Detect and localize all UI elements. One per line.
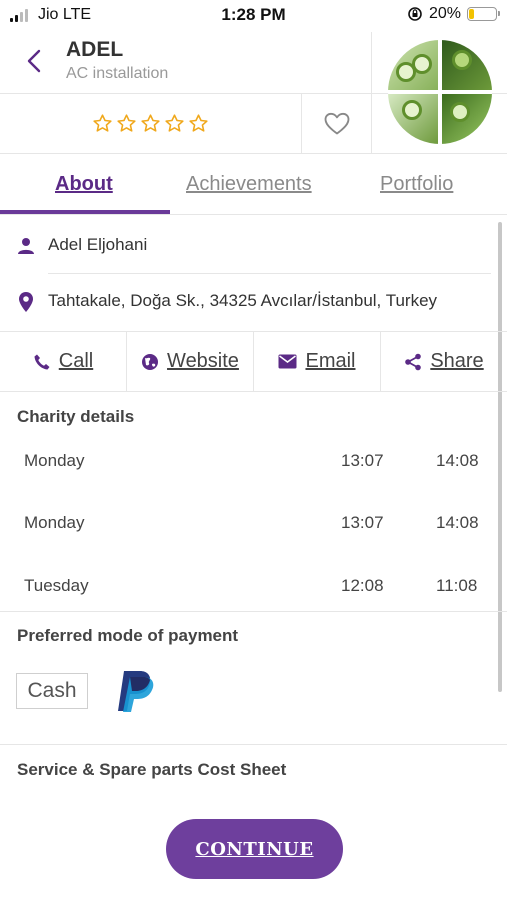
provider-name: ADEL: [66, 38, 124, 61]
divider: [0, 611, 507, 612]
schedule-from: 13:07: [341, 513, 384, 532]
back-arrow-icon[interactable]: [22, 48, 48, 74]
tab-portfolio[interactable]: Portfolio: [380, 173, 453, 196]
star-rating[interactable]: [92, 113, 209, 134]
website-label: Website: [167, 350, 239, 372]
rating-row: [0, 94, 371, 154]
email-button[interactable]: Email: [254, 332, 381, 391]
tab-about[interactable]: About: [55, 173, 113, 196]
paypal-icon[interactable]: [114, 668, 158, 714]
charity-title: Charity details: [17, 407, 135, 426]
provider-service: AC installation: [66, 65, 169, 82]
schedule-day: Monday: [24, 451, 85, 470]
share-label: Share: [430, 350, 484, 372]
contact-actions: Call Website Email Share: [0, 332, 507, 392]
continue-button[interactable]: CONTINUE: [166, 819, 343, 879]
call-button[interactable]: Call: [0, 332, 127, 391]
tab-achievements[interactable]: Achievements: [186, 173, 312, 196]
address-row: Tahtakale, Doğa Sk., 34325 Avcılar/İstan…: [0, 274, 507, 332]
schedule-day: Monday: [24, 513, 85, 532]
globe-icon: [142, 353, 159, 370]
status-bar: Jio LTE 1:28 PM 20%: [0, 0, 507, 32]
schedule-to: 14:08: [436, 513, 479, 532]
payment-title: Preferred mode of payment: [17, 626, 239, 645]
schedule-row: Tuesday 12:08 11:08: [0, 576, 507, 606]
share-button[interactable]: Share: [381, 332, 507, 391]
schedule-row: Monday 13:07 14:08: [0, 451, 507, 481]
star-icon[interactable]: [92, 113, 113, 134]
rotation-lock-icon: [408, 7, 422, 21]
email-label: Email: [305, 350, 356, 372]
share-icon: [405, 353, 422, 370]
phone-icon: [34, 354, 50, 369]
star-icon[interactable]: [188, 113, 209, 134]
battery-percent: 20%: [428, 5, 461, 22]
person-icon: [18, 238, 34, 254]
heart-icon: [324, 112, 349, 135]
cucumber-collage-image: [388, 40, 492, 144]
schedule-from: 12:08: [341, 576, 384, 595]
portfolio-thumbnail[interactable]: [371, 32, 507, 154]
cost-sheet-title[interactable]: Service & Spare parts Cost Sheet: [17, 760, 286, 780]
cash-payment-option[interactable]: Cash: [16, 673, 88, 709]
schedule-from: 13:07: [341, 451, 384, 470]
schedule-day: Tuesday: [24, 576, 89, 595]
favorite-button[interactable]: [301, 94, 371, 154]
star-icon[interactable]: [164, 113, 185, 134]
person-row: Adel Eljohani: [0, 218, 507, 274]
schedule-to: 14:08: [436, 451, 479, 470]
active-tab-indicator: [0, 210, 170, 214]
envelope-icon: [278, 354, 297, 369]
battery-icon: [467, 7, 500, 21]
schedule-row: Monday 13:07 14:08: [0, 513, 507, 543]
star-icon[interactable]: [140, 113, 161, 134]
website-button[interactable]: Website: [127, 332, 254, 391]
person-name: Adel Eljohani: [48, 235, 148, 254]
star-icon[interactable]: [116, 113, 137, 134]
schedule-to: 11:08: [436, 576, 478, 595]
location-pin-icon: [19, 292, 33, 312]
divider: [0, 744, 507, 745]
profile-tabs: About Achievements Portfolio: [0, 155, 507, 215]
address-text: Tahtakale, Doğa Sk., 34325 Avcılar/İstan…: [48, 291, 438, 310]
call-label: Call: [58, 350, 94, 372]
